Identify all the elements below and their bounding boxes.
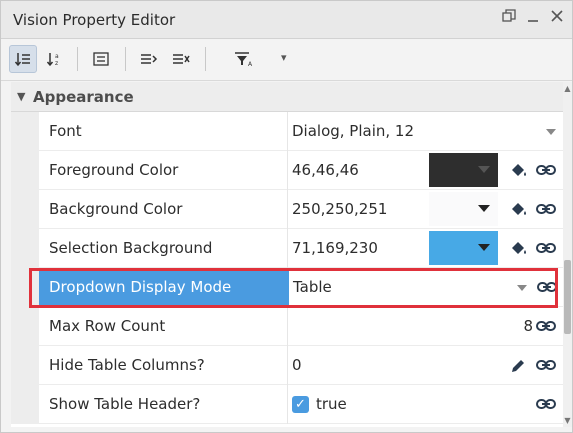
filter-dropdown-icon[interactable]: ▾ xyxy=(281,51,287,64)
scroll-down-icon[interactable]: ▼ xyxy=(563,416,572,425)
title-bar: Vision Property Editor xyxy=(1,1,572,39)
sort-alpha-icon[interactable]: az xyxy=(41,45,69,73)
property-name: Hide Table Columns? xyxy=(49,356,205,374)
toolbar: az A ▾ xyxy=(1,39,572,81)
property-row-hide-table-columns[interactable]: Hide Table Columns? 0 xyxy=(11,346,563,385)
property-row-dropdown-display-mode[interactable]: Dropdown Display Mode Table xyxy=(11,268,563,307)
dropdown-display-mode-value[interactable]: Table xyxy=(293,278,332,296)
property-name: Selection Background xyxy=(49,239,213,257)
property-value-cell[interactable]: ✓ true xyxy=(287,385,563,424)
close-icon[interactable] xyxy=(548,8,566,28)
property-row-selection-background[interactable]: Selection Background 71,169,230 xyxy=(11,229,563,268)
background-color-value[interactable]: 250,250,251 xyxy=(292,200,387,218)
group-label: Appearance xyxy=(33,88,134,106)
link-icon[interactable] xyxy=(536,396,556,415)
chevron-down-icon[interactable] xyxy=(517,285,527,291)
property-row-foreground-color[interactable]: Foreground Color 46,46,46 xyxy=(11,151,563,190)
list-view-icon[interactable] xyxy=(87,45,115,73)
foreground-color-value[interactable]: 46,46,46 xyxy=(292,161,359,179)
property-value-cell[interactable]: 250,250,251 xyxy=(287,190,563,229)
property-row-background-color[interactable]: Background Color 250,250,251 xyxy=(11,190,563,229)
scrollbar[interactable]: ▲ ▼ xyxy=(563,82,572,427)
link-icon[interactable] xyxy=(536,240,556,259)
scroll-up-icon[interactable]: ▲ xyxy=(563,84,572,93)
svg-text:z: z xyxy=(55,60,58,67)
sort-ascending-icon[interactable] xyxy=(9,45,37,73)
expand-all-icon[interactable] xyxy=(135,45,163,73)
property-row-max-row-count[interactable]: Max Row Count 8 xyxy=(11,307,563,346)
property-row-font[interactable]: Font Dialog, Plain, 12 xyxy=(11,112,563,151)
property-value-cell[interactable]: 8 xyxy=(287,307,563,346)
property-name: Max Row Count xyxy=(49,317,166,335)
collapse-all-icon[interactable] xyxy=(167,45,195,73)
window-controls xyxy=(500,8,566,28)
property-grid: ▼ Appearance Font Dialog, Plain, 12 Fore… xyxy=(11,82,563,427)
pencil-icon[interactable] xyxy=(510,358,526,378)
restore-icon[interactable] xyxy=(500,8,518,28)
property-row-show-table-header[interactable]: Show Table Header? ✓ true xyxy=(11,385,563,424)
property-name: Foreground Color xyxy=(49,161,179,179)
collapse-triangle-icon[interactable]: ▼ xyxy=(17,90,25,103)
font-value[interactable]: Dialog, Plain, 12 xyxy=(292,122,414,140)
checkbox[interactable]: ✓ xyxy=(292,396,309,413)
property-value-cell[interactable]: 71,169,230 xyxy=(287,229,563,268)
svg-text:a: a xyxy=(55,53,59,60)
minimize-icon[interactable] xyxy=(524,8,542,28)
filter-icon[interactable]: A xyxy=(215,45,275,73)
link-icon[interactable] xyxy=(536,318,556,337)
property-value-cell[interactable]: Table xyxy=(287,268,563,307)
property-value-cell[interactable]: Dialog, Plain, 12 xyxy=(287,112,563,151)
color-swatch[interactable] xyxy=(429,153,498,187)
link-icon[interactable] xyxy=(536,201,556,220)
chevron-down-icon[interactable] xyxy=(546,129,556,135)
group-header-appearance[interactable]: ▼ Appearance xyxy=(11,82,563,112)
property-name: Show Table Header? xyxy=(49,395,201,413)
max-row-count-value[interactable]: 8 xyxy=(523,317,533,335)
selection-background-value[interactable]: 71,169,230 xyxy=(292,239,378,257)
link-icon[interactable] xyxy=(536,162,556,181)
paint-bucket-icon[interactable] xyxy=(510,162,528,182)
paint-bucket-icon[interactable] xyxy=(510,201,528,221)
property-name: Background Color xyxy=(49,200,183,218)
property-name: Dropdown Display Mode xyxy=(49,278,232,296)
show-table-header-value: true xyxy=(316,395,347,413)
color-swatch[interactable] xyxy=(429,192,498,226)
hide-table-columns-value[interactable]: 0 xyxy=(292,356,302,374)
property-editor-window: Vision Property Editor az A ▾ ▼ Appearan… xyxy=(0,0,573,433)
color-swatch[interactable] xyxy=(429,231,498,265)
link-icon[interactable] xyxy=(536,357,556,376)
paint-bucket-icon[interactable] xyxy=(510,240,528,260)
property-name: Font xyxy=(49,122,82,140)
scroll-thumb[interactable] xyxy=(564,260,571,334)
link-icon[interactable] xyxy=(537,279,557,298)
property-value-cell[interactable]: 0 xyxy=(287,346,563,385)
window-title: Vision Property Editor xyxy=(13,11,176,29)
property-value-cell[interactable]: 46,46,46 xyxy=(287,151,563,190)
svg-text:A: A xyxy=(248,61,253,67)
